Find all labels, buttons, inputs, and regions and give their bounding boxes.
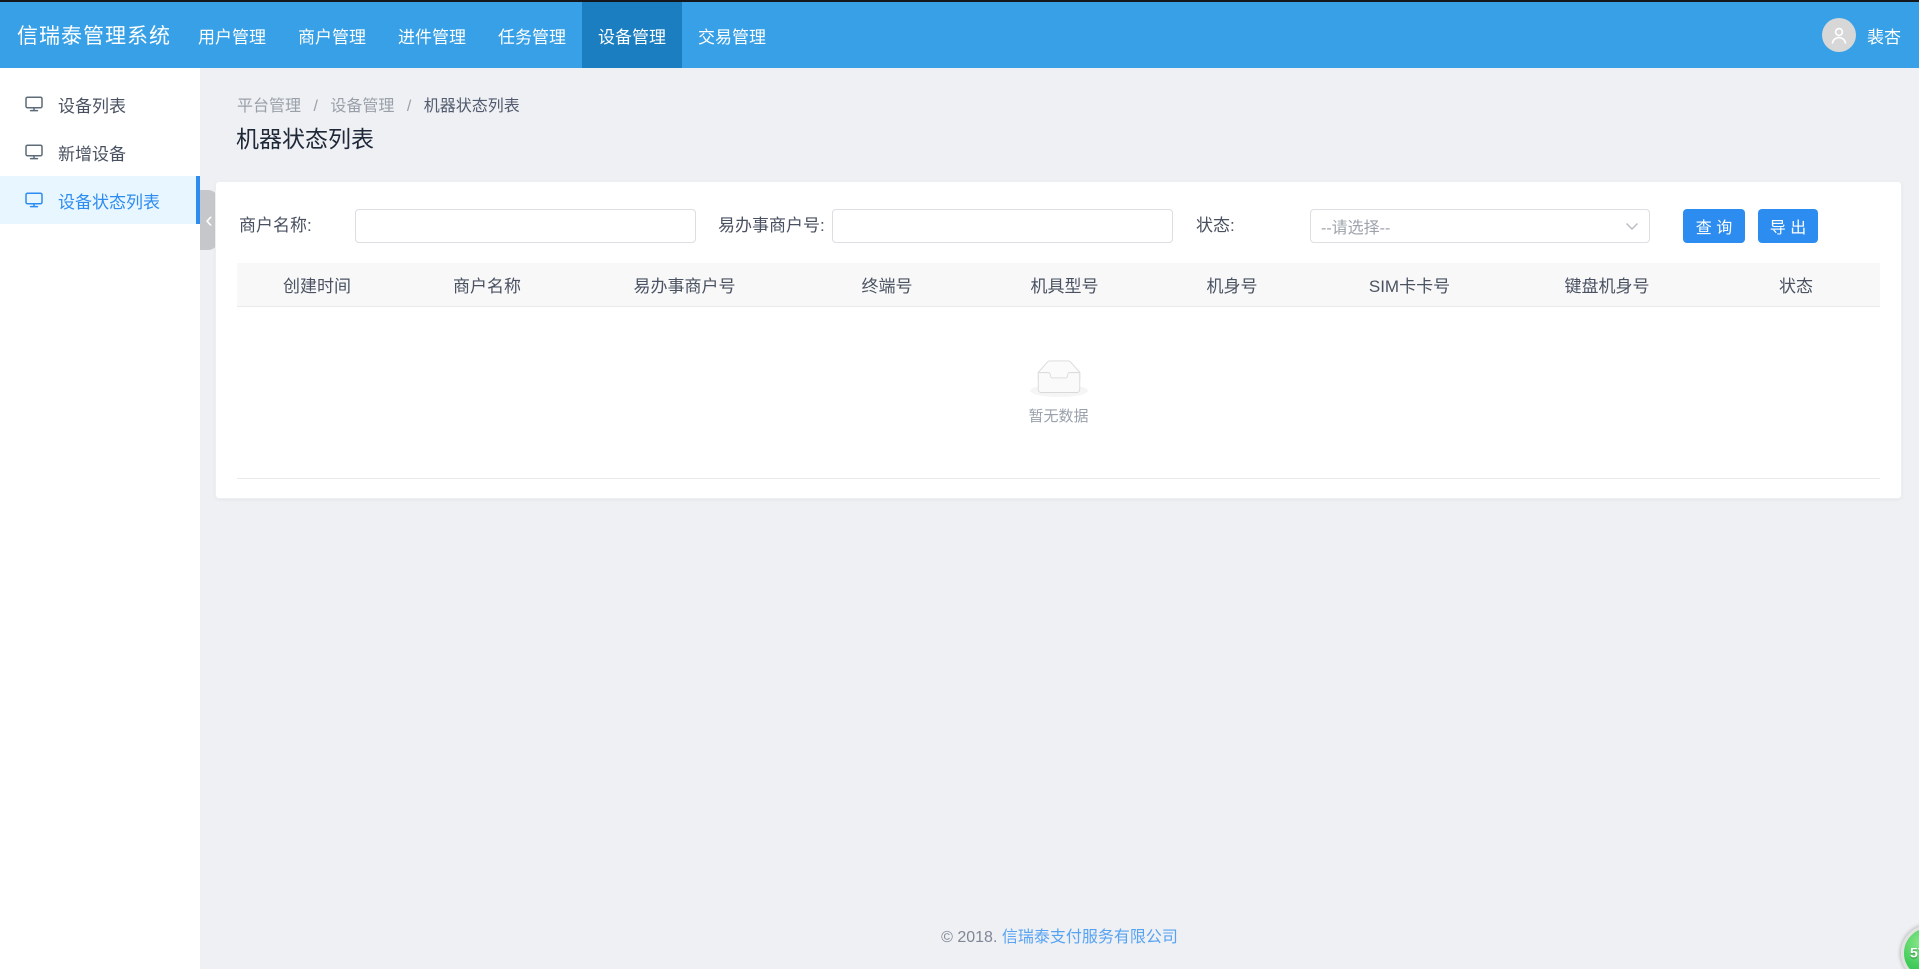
column-header-machine-model: 机具型号 bbox=[982, 272, 1147, 297]
sidebar-item-label: 设备状态列表 bbox=[58, 188, 160, 213]
main-content: ‹ 平台管理 / 设备管理 / 机器状态列表 机器状态列表 商户名称: 易办事商… bbox=[200, 68, 1919, 969]
content-card: 商户名称: 易办事商户号: 状态: --请选择-- 查 询 导 出 创建时间 商… bbox=[215, 181, 1902, 499]
ybs-merchant-no-label: 易办事商户号: bbox=[718, 209, 825, 243]
nav-item-trade-mgmt[interactable]: 交易管理 bbox=[682, 2, 782, 68]
sidebar: 设备列表 新增设备 设备状态列表 bbox=[0, 68, 200, 969]
nav-label: 交易管理 bbox=[698, 23, 766, 48]
nav-item-merchant-mgmt[interactable]: 商户管理 bbox=[282, 2, 382, 68]
nav-label: 设备管理 bbox=[598, 23, 666, 48]
column-header-sim-card-no: SIM卡卡号 bbox=[1317, 272, 1502, 297]
ybs-merchant-no-input[interactable] bbox=[832, 209, 1173, 243]
sidebar-item-add-device[interactable]: 新增设备 bbox=[0, 128, 200, 176]
nav-label: 商户管理 bbox=[298, 23, 366, 48]
username: 裴杏 bbox=[1867, 23, 1901, 48]
merchant-name-input[interactable] bbox=[355, 209, 696, 243]
app-header: 信瑞泰管理系统 用户管理 商户管理 进件管理 任务管理 设备管理 交易管理 裴杏 bbox=[0, 2, 1919, 68]
column-header-create-time: 创建时间 bbox=[237, 272, 397, 297]
overlay-badge-count: 57 bbox=[1910, 944, 1919, 960]
breadcrumb: 平台管理 / 设备管理 / 机器状态列表 bbox=[237, 92, 520, 116]
nav-label: 用户管理 bbox=[198, 23, 266, 48]
export-button[interactable]: 导 出 bbox=[1758, 209, 1818, 243]
search-button[interactable]: 查 询 bbox=[1683, 209, 1745, 243]
nav-label: 进件管理 bbox=[398, 23, 466, 48]
breadcrumb-separator: / bbox=[407, 98, 411, 115]
monitor-icon bbox=[25, 192, 43, 208]
breadcrumb-separator: / bbox=[313, 98, 317, 115]
column-header-status: 状态 bbox=[1712, 272, 1880, 297]
copyright-text: © 2018. bbox=[941, 929, 997, 946]
table-empty-state: 暂无数据 bbox=[237, 307, 1880, 479]
column-header-keyboard-body-no: 键盘机身号 bbox=[1502, 272, 1712, 297]
empty-inbox-icon bbox=[1030, 360, 1088, 397]
status-select[interactable]: --请选择-- bbox=[1310, 209, 1650, 243]
breadcrumb-item-platform[interactable]: 平台管理 bbox=[237, 98, 301, 115]
column-header-ybs-merchant-no: 易办事商户号 bbox=[577, 272, 792, 297]
nav-item-device-mgmt[interactable]: 设备管理 bbox=[582, 2, 682, 68]
company-link[interactable]: 信瑞泰支付服务有限公司 bbox=[1002, 929, 1178, 946]
page-layout: 设备列表 新增设备 设备状态列表 ‹ 平台管理 / 设备管理 / 机器状态列表 … bbox=[0, 68, 1919, 969]
status-label: 状态: bbox=[1196, 209, 1235, 243]
sidebar-item-device-list[interactable]: 设备列表 bbox=[0, 80, 200, 128]
sidebar-item-label: 新增设备 bbox=[58, 140, 126, 165]
filter-bar: 商户名称: 易办事商户号: 状态: --请选择-- 查 询 导 出 bbox=[237, 209, 1880, 243]
chevron-left-icon: ‹ bbox=[205, 209, 212, 231]
merchant-name-label: 商户名称: bbox=[239, 209, 312, 243]
empty-text: 暂无数据 bbox=[1028, 405, 1088, 426]
chevron-down-icon bbox=[1625, 222, 1639, 231]
main-nav: 用户管理 商户管理 进件管理 任务管理 设备管理 交易管理 bbox=[182, 2, 782, 68]
sidebar-item-device-status-list[interactable]: 设备状态列表 bbox=[0, 176, 200, 224]
app-logo: 信瑞泰管理系统 bbox=[0, 2, 182, 68]
header-user-area[interactable]: 裴杏 bbox=[1822, 2, 1919, 68]
avatar bbox=[1822, 18, 1856, 52]
status-select-value: --请选择-- bbox=[1321, 214, 1390, 238]
column-header-body-no: 机身号 bbox=[1147, 272, 1317, 297]
page-footer: © 2018. 信瑞泰支付服务有限公司 bbox=[200, 923, 1919, 947]
page-title: 机器状态列表 bbox=[236, 120, 374, 154]
table-header-row: 创建时间 商户名称 易办事商户号 终端号 机具型号 机身号 SIM卡卡号 键盘机… bbox=[237, 263, 1880, 307]
breadcrumb-item-device-mgmt[interactable]: 设备管理 bbox=[330, 98, 394, 115]
monitor-icon bbox=[25, 96, 43, 112]
nav-label: 任务管理 bbox=[498, 23, 566, 48]
column-header-merchant-name: 商户名称 bbox=[397, 272, 577, 297]
sidebar-item-label: 设备列表 bbox=[58, 92, 126, 117]
user-icon bbox=[1829, 25, 1849, 45]
breadcrumb-item-current: 机器状态列表 bbox=[424, 98, 520, 115]
nav-item-user-mgmt[interactable]: 用户管理 bbox=[182, 2, 282, 68]
monitor-icon bbox=[25, 144, 43, 160]
nav-item-intake-mgmt[interactable]: 进件管理 bbox=[382, 2, 482, 68]
nav-item-task-mgmt[interactable]: 任务管理 bbox=[482, 2, 582, 68]
column-header-terminal-no: 终端号 bbox=[792, 272, 982, 297]
